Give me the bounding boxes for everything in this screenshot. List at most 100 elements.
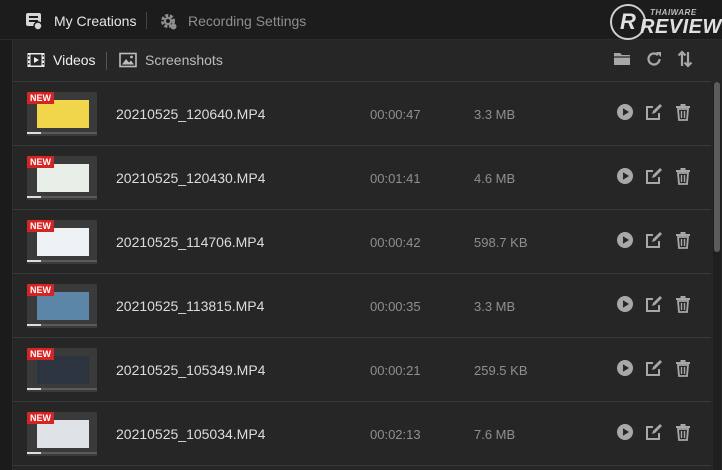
video-row[interactable]: NEW 20210525_120640.MP4 00:00:47 3.3 MB (13, 82, 711, 146)
video-duration: 00:00:47 (370, 107, 421, 122)
video-row[interactable]: NEW 20210525_114706.MP4 00:00:42 598.7 K… (13, 210, 711, 274)
new-badge: NEW (27, 284, 54, 296)
trash-icon (675, 231, 691, 254)
thumbnail-screen (37, 292, 89, 320)
play-icon (616, 231, 634, 254)
play-button[interactable] (615, 167, 635, 190)
edit-icon (645, 103, 663, 126)
tab-my-creations-label: My Creations (54, 13, 137, 29)
new-badge: NEW (27, 220, 54, 232)
video-row[interactable]: NEW 20210525_120430.MP4 00:01:41 4.6 MB (13, 146, 711, 210)
tab-recording-settings-label: Recording Settings (188, 13, 307, 29)
play-button[interactable] (615, 231, 635, 254)
open-folder-button[interactable] (611, 50, 633, 72)
thumbnail-screen (37, 164, 89, 192)
edit-icon (645, 231, 663, 254)
thumbnail-screen (37, 356, 89, 384)
delete-button[interactable] (673, 103, 693, 126)
thumbnail-progress (27, 452, 97, 454)
video-duration: 00:01:41 (370, 171, 421, 186)
trash-icon (675, 103, 691, 126)
play-icon (616, 359, 634, 382)
video-filename: 20210525_114706.MP4 (116, 234, 265, 250)
video-filename: 20210525_113815.MP4 (116, 298, 265, 314)
creations-panel: Videos Screenshots NEW 20210525_120640.M… (12, 40, 722, 470)
thumbnail-progress (27, 388, 97, 390)
watermark-big-text: REVIEW (640, 16, 722, 38)
refresh-button[interactable] (643, 50, 665, 72)
sort-button[interactable] (674, 49, 696, 73)
subtab-screenshots[interactable]: Screenshots (119, 52, 223, 68)
sort-icon (677, 49, 693, 73)
play-button[interactable] (615, 423, 635, 446)
new-badge: NEW (27, 92, 54, 104)
subtab-divider (106, 52, 107, 70)
trash-icon (675, 359, 691, 382)
list-scrollbar[interactable] (713, 82, 721, 470)
play-icon (616, 103, 634, 126)
edit-button[interactable] (644, 103, 664, 126)
edit-icon (645, 423, 663, 446)
play-button[interactable] (615, 359, 635, 382)
edit-button[interactable] (644, 423, 664, 446)
video-filesize: 3.3 MB (474, 107, 516, 122)
subtab-screenshots-label: Screenshots (145, 52, 223, 68)
play-button[interactable] (615, 295, 635, 318)
play-icon (616, 295, 634, 318)
video-filesize: 259.5 KB (474, 363, 528, 378)
video-duration: 00:00:42 (370, 235, 421, 250)
thumbnail-progress (27, 132, 97, 134)
thumbnail-progress (27, 324, 97, 326)
video-row[interactable]: NEW 20210525_105034.MP4 00:02:13 7.6 MB (13, 402, 711, 466)
thumbnail-screen (37, 100, 89, 128)
new-badge: NEW (27, 412, 54, 424)
video-filename: 20210525_105349.MP4 (116, 362, 266, 378)
delete-button[interactable] (673, 231, 693, 254)
video-duration: 00:00:35 (370, 299, 421, 314)
new-badge: NEW (27, 156, 54, 168)
refresh-icon (645, 50, 663, 73)
gear-icon (158, 11, 178, 31)
folder-icon (613, 51, 631, 71)
film-icon (27, 52, 45, 68)
trash-icon (675, 167, 691, 190)
subtab-videos-label: Videos (53, 52, 96, 68)
trash-icon (675, 295, 691, 318)
delete-button[interactable] (673, 359, 693, 382)
top-bar: My Creations Recording Settings R THAIWA… (0, 0, 722, 40)
video-filesize: 7.6 MB (474, 427, 516, 442)
video-filesize: 3.3 MB (474, 299, 516, 314)
tab-my-creations[interactable]: My Creations (24, 10, 136, 32)
video-duration: 00:02:13 (370, 427, 421, 442)
video-row[interactable]: NEW 20210525_105349.MP4 00:00:21 259.5 K… (13, 338, 711, 402)
play-icon (616, 167, 634, 190)
video-list: NEW 20210525_120640.MP4 00:00:47 3.3 MB … (13, 82, 711, 466)
video-duration: 00:00:21 (370, 363, 421, 378)
edit-button[interactable] (644, 231, 664, 254)
edit-icon (645, 167, 663, 190)
video-filename: 20210525_120640.MP4 (116, 106, 266, 122)
image-icon (119, 52, 137, 68)
trash-icon (675, 423, 691, 446)
tab-recording-settings[interactable]: Recording Settings (158, 10, 306, 32)
video-filename: 20210525_120430.MP4 (116, 170, 266, 186)
delete-button[interactable] (673, 423, 693, 446)
edit-button[interactable] (644, 359, 664, 382)
delete-button[interactable] (673, 167, 693, 190)
subtab-videos[interactable]: Videos (27, 52, 96, 68)
video-filesize: 4.6 MB (474, 171, 516, 186)
edit-button[interactable] (644, 167, 664, 190)
new-badge: NEW (27, 348, 54, 360)
scrollbar-thumb[interactable] (714, 82, 720, 252)
play-icon (616, 423, 634, 446)
thumbnail-progress (27, 260, 97, 262)
creations-icon (24, 11, 44, 31)
video-row[interactable]: NEW 20210525_113815.MP4 00:00:35 3.3 MB (13, 274, 711, 338)
edit-button[interactable] (644, 295, 664, 316)
thumbnail-screen (37, 420, 89, 448)
edit-icon (645, 359, 663, 382)
thumbnail-progress (27, 196, 97, 198)
media-type-tabs: Videos Screenshots (13, 40, 711, 82)
delete-button[interactable] (673, 295, 693, 318)
play-button[interactable] (615, 103, 635, 126)
